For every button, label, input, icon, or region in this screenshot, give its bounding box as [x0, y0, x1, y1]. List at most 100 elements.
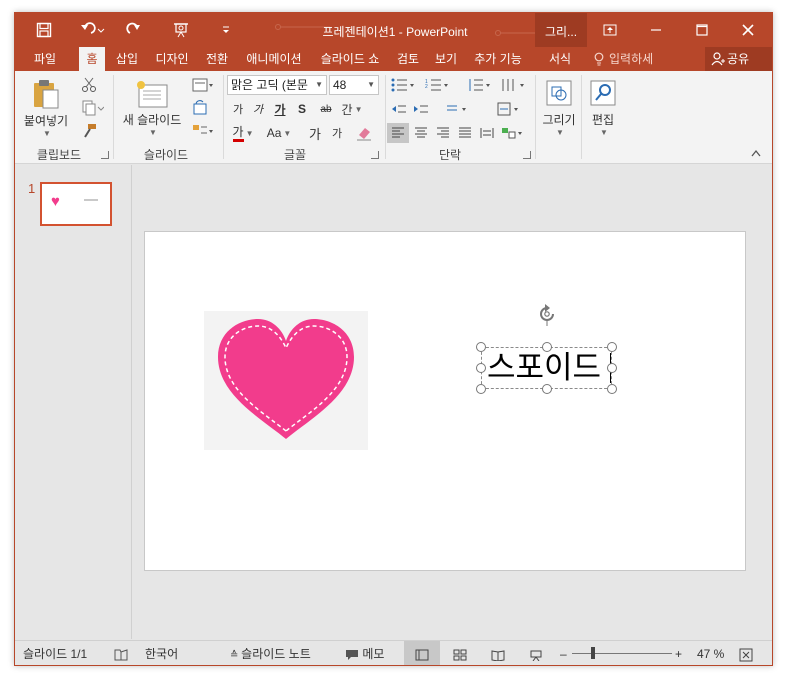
tab-view[interactable]: 보기 — [429, 47, 463, 71]
resize-handle-left[interactable] — [476, 363, 486, 373]
underline-button[interactable]: 가 — [271, 99, 289, 119]
decrease-indent-icon[interactable] — [389, 99, 409, 119]
ribbon-display-options-icon[interactable] — [587, 13, 633, 47]
reading-view-icon[interactable] — [491, 641, 505, 665]
tab-format[interactable]: 서식 — [537, 47, 583, 71]
text-direction-icon[interactable] — [443, 99, 473, 119]
change-case-button[interactable]: Aa ▼ — [263, 123, 295, 143]
tab-slideshow[interactable]: 슬라이드 쇼 — [313, 47, 387, 71]
strikethrough-button[interactable]: ab — [315, 99, 337, 119]
change-case-label: Aa — [266, 126, 282, 140]
font-launcher-icon[interactable] — [371, 151, 379, 159]
collapse-ribbon-icon[interactable] — [751, 149, 763, 159]
character-spacing-button[interactable]: 간 ▼ — [339, 99, 365, 119]
font-family-select[interactable]: 맑은 고딕 (본문 ▼ — [227, 75, 327, 95]
columns-icon[interactable] — [499, 75, 529, 95]
align-right-icon[interactable] — [433, 123, 453, 143]
shadow-button[interactable]: S — [293, 99, 311, 119]
distributed-icon[interactable] — [477, 123, 497, 143]
fit-to-window-icon[interactable] — [739, 641, 753, 665]
zoom-slider-thumb[interactable] — [591, 647, 595, 659]
tab-review[interactable]: 검토 — [391, 47, 425, 71]
section-icon[interactable] — [189, 121, 217, 141]
increase-font-button[interactable]: 가 — [305, 123, 325, 143]
clear-formatting-icon[interactable] — [353, 123, 375, 143]
numbering-icon[interactable]: 12 — [423, 75, 453, 95]
drawing-label: 그리기 — [542, 113, 576, 127]
notes-label: 슬라이드 노트 — [241, 647, 311, 661]
slide-canvas[interactable]: 스포이드 — [144, 231, 746, 571]
undo-icon[interactable] — [77, 20, 107, 40]
drawing-button[interactable]: 그리기 ▼ — [539, 75, 579, 141]
language-status[interactable]: 한국어 — [145, 641, 178, 665]
zoom-out-icon[interactable]: – — [560, 641, 567, 665]
tab-home[interactable]: 홈 — [79, 47, 105, 71]
editing-button[interactable]: 편집 ▼ — [585, 75, 621, 141]
smartart-icon[interactable] — [499, 123, 529, 143]
bullets-icon[interactable] — [389, 75, 419, 95]
resize-handle-right[interactable] — [607, 363, 617, 373]
save-icon[interactable] — [33, 20, 55, 40]
font-color-button[interactable]: 가 ▼ — [227, 123, 259, 143]
tab-animations[interactable]: 애니메이션 — [239, 47, 309, 71]
drawing-tools-context-tab[interactable]: 그리... — [535, 13, 587, 47]
decrease-font-button[interactable]: 가 — [327, 123, 347, 143]
slideshow-view-icon[interactable] — [529, 641, 543, 665]
align-left-icon[interactable] — [387, 123, 409, 143]
font-size-select[interactable]: 48 ▼ — [329, 75, 379, 95]
normal-view-icon[interactable] — [415, 641, 429, 665]
textbox-text[interactable]: 스포이드 — [487, 348, 601, 388]
maximize-icon[interactable] — [679, 13, 725, 47]
copy-icon[interactable] — [77, 98, 109, 118]
resize-handle-top[interactable] — [542, 342, 552, 352]
redo-icon[interactable] — [123, 20, 145, 40]
align-text-icon[interactable] — [495, 99, 525, 119]
justify-icon[interactable] — [455, 123, 475, 143]
resize-handle-top-left[interactable] — [476, 342, 486, 352]
resize-handle-bottom-right[interactable] — [607, 384, 617, 394]
notes-button[interactable]: ≙ 슬라이드 노트 — [230, 641, 311, 665]
slide-editor: 스포이드 — [133, 165, 772, 639]
grow-font-button[interactable]: 가 — [229, 99, 247, 119]
comments-button[interactable]: 메모 — [345, 641, 384, 665]
zoom-slider[interactable] — [572, 653, 672, 654]
tell-me-box[interactable]: 입력하세 — [591, 47, 653, 71]
tab-file[interactable]: 파일 — [25, 47, 65, 71]
paste-button[interactable]: 붙여넣기 ▼ — [21, 75, 71, 141]
share-button[interactable]: 공유 — [705, 47, 772, 71]
person-icon — [711, 52, 725, 66]
zoom-level[interactable]: 47 % — [697, 641, 724, 665]
new-slide-button[interactable]: 새 슬라이드 ▼ — [117, 75, 187, 141]
font-color-label: 가 — [232, 125, 244, 142]
thumbnail-text — [84, 199, 98, 201]
tab-transitions[interactable]: 전환 — [199, 47, 235, 71]
tab-addins[interactable]: 추가 기능 — [467, 47, 529, 71]
new-slide-label: 새 슬라이드 — [122, 113, 182, 127]
minimize-icon[interactable] — [633, 13, 679, 47]
slideshow-icon[interactable] — [169, 20, 195, 40]
zoom-in-icon[interactable]: + — [675, 641, 682, 665]
slide-thumbnail[interactable]: ♥ — [40, 182, 112, 226]
rotate-handle-icon[interactable] — [535, 302, 559, 326]
slide-sorter-icon[interactable] — [453, 641, 467, 665]
format-painter-icon[interactable] — [77, 121, 101, 141]
selected-textbox[interactable]: 스포이드 — [481, 347, 612, 389]
layout-icon[interactable] — [189, 75, 217, 95]
align-center-icon[interactable] — [411, 123, 431, 143]
shrink-font-button[interactable]: 가 — [249, 99, 267, 119]
heart-image[interactable] — [204, 311, 368, 450]
resize-handle-top-right[interactable] — [607, 342, 617, 352]
tab-design[interactable]: 디자인 — [149, 47, 195, 71]
tab-insert[interactable]: 삽입 — [109, 47, 145, 71]
paragraph-launcher-icon[interactable] — [523, 151, 531, 159]
customize-icon[interactable] — [215, 20, 237, 40]
reset-slide-icon[interactable] — [189, 98, 211, 118]
resize-handle-bottom-left[interactable] — [476, 384, 486, 394]
line-spacing-icon[interactable] — [465, 75, 495, 95]
spelling-icon[interactable] — [113, 641, 129, 665]
clipboard-launcher-icon[interactable] — [101, 151, 109, 159]
increase-indent-icon[interactable] — [411, 99, 431, 119]
cut-icon[interactable] — [77, 75, 101, 95]
resize-handle-bottom[interactable] — [542, 384, 552, 394]
close-icon[interactable] — [725, 13, 771, 47]
